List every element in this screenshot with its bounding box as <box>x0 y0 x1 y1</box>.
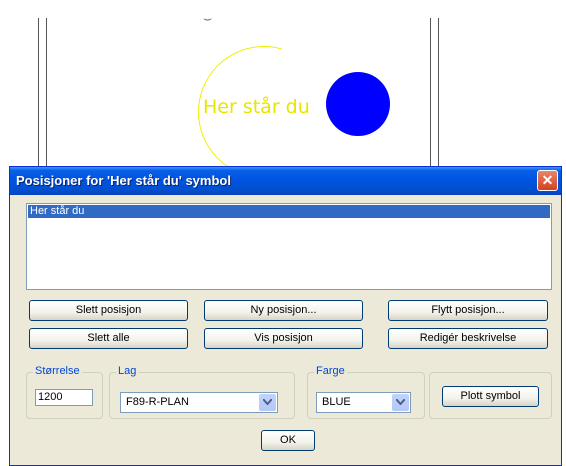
chevron-down-icon[interactable] <box>392 394 409 411</box>
chevron-down-icon[interactable] <box>259 394 276 411</box>
move-position-button[interactable]: Flytt posisjon... <box>388 300 548 321</box>
layer-select[interactable]: F89-R-PLAN <box>120 392 278 413</box>
plot-group: Plott symbol <box>429 372 552 419</box>
edit-description-button[interactable]: Redigér beskrivelse <box>388 328 548 349</box>
frame-line-left <box>38 18 39 168</box>
delete-position-button[interactable]: Slett posisjon <box>29 300 188 321</box>
list-item[interactable]: Her står du <box>28 205 550 218</box>
size-label: Størrelse <box>33 365 82 377</box>
new-position-button[interactable]: Ny posisjon... <box>204 300 363 321</box>
close-button[interactable]: ✕ <box>537 170 558 191</box>
layer-group: Lag F89-R-PLAN <box>109 365 295 419</box>
frame-line-right-2 <box>438 18 439 168</box>
dialog-title: Posisjoner for 'Her står du' symbol <box>10 167 561 195</box>
layer-label: Lag <box>116 365 139 377</box>
size-group: Størrelse 1200 <box>26 365 103 419</box>
frame-line-right <box>430 18 431 168</box>
color-group: Farge BLUE <box>307 365 425 419</box>
color-label: Farge <box>314 365 347 377</box>
color-value: BLUE <box>322 396 351 408</box>
size-input[interactable]: 1200 <box>35 389 93 406</box>
layer-value: F89-R-PLAN <box>126 396 189 408</box>
plot-symbol-button[interactable]: Plott symbol <box>442 386 539 407</box>
delete-all-button[interactable]: Slett alle <box>29 328 188 349</box>
frame-line-left-2 <box>46 18 47 168</box>
canvas-position-label: Her står du <box>203 96 310 118</box>
ok-button[interactable]: OK <box>261 430 315 451</box>
positions-dialog: Posisjoner for 'Her står du' symbol ✕ He… <box>9 166 562 466</box>
show-position-button[interactable]: Vis posisjon <box>204 328 363 349</box>
positions-list[interactable]: Her står du <box>26 203 552 290</box>
small-mark: ⌣ <box>203 10 213 26</box>
blue-position-symbol <box>326 72 390 136</box>
color-select[interactable]: BLUE <box>316 392 411 413</box>
